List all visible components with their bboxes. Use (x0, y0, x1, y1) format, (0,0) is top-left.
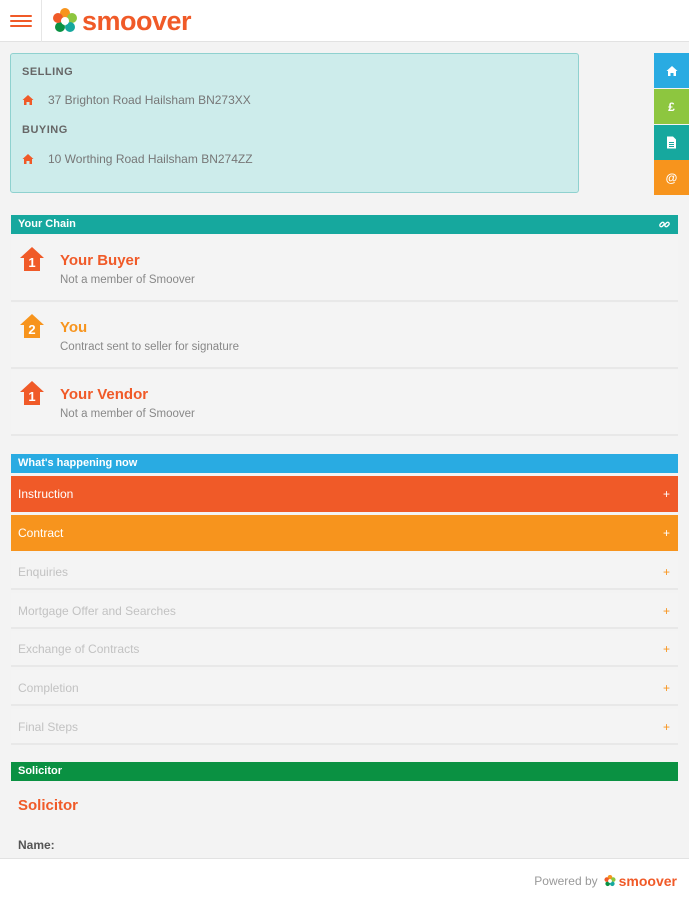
step-label: Completion (18, 681, 79, 695)
step-completion[interactable]: Completion + (11, 670, 678, 706)
smoover-logo[interactable]: smoover (52, 5, 192, 36)
chain-vendor-status: Not a member of Smoover (60, 408, 195, 420)
expand-icon[interactable]: + (663, 593, 670, 629)
chain-buyer-status: Not a member of Smoover (60, 274, 195, 286)
selling-address-row: 37 Brighton Road Hailsham BN273XX (22, 93, 251, 107)
solicitor-heading: Solicitor (18, 797, 79, 814)
buying-label: BUYING (22, 124, 68, 136)
step-exchange[interactable]: Exchange of Contracts + (11, 631, 678, 667)
document-icon (667, 136, 676, 149)
flower-logo-icon (604, 875, 616, 887)
documents-button[interactable] (654, 125, 689, 160)
buying-address: 10 Worthing Road Hailsham BN274ZZ (48, 152, 253, 166)
selling-label: SELLING (22, 66, 74, 78)
chain-you-number: 2 (28, 322, 35, 337)
selling-address: 37 Brighton Road Hailsham BN273XX (48, 93, 251, 107)
powered-by-text: Powered by (534, 874, 598, 888)
step-label: Enquiries (18, 565, 69, 579)
flower-logo-icon (53, 8, 77, 32)
solicitor-section-header: Solicitor (11, 762, 678, 781)
powered-by: Powered by smoover (534, 873, 677, 889)
step-mortgage-searches[interactable]: Mortgage Offer and Searches + (11, 593, 678, 629)
expand-icon[interactable]: + (663, 709, 670, 745)
app-header: smoover (0, 0, 689, 42)
step-label: Final Steps (18, 720, 79, 734)
chain-you-status: Contract sent to seller for signature (60, 341, 239, 353)
step-label: Exchange of Contracts (18, 642, 140, 656)
chain-vendor-number: 1 (28, 389, 35, 404)
step-label: Instruction (18, 487, 74, 501)
step-label: Contract (18, 526, 64, 540)
app-footer: Powered by smoover (0, 858, 689, 900)
chain-you-name: You (60, 319, 88, 336)
contact-button[interactable]: @ (654, 160, 689, 195)
home-icon (666, 65, 677, 76)
step-instruction[interactable]: Instruction + (11, 476, 678, 512)
step-enquiries[interactable]: Enquiries + (11, 554, 678, 590)
chain-buyer-name: Your Buyer (60, 252, 140, 269)
chain-buyer-number: 1 (28, 255, 35, 270)
expand-icon[interactable]: + (663, 631, 670, 667)
link-icon[interactable] (659, 219, 670, 230)
chain-item-buyer[interactable]: 1 Your Buyer Not a member of Smoover (11, 236, 678, 302)
address-panel: SELLING 37 Brighton Road Hailsham BN273X… (10, 53, 579, 193)
chain-item-you[interactable]: 2 You Contract sent to seller for signat… (11, 303, 678, 369)
brand-name: smoover (82, 5, 192, 36)
house-number-icon: 1 (20, 381, 44, 405)
step-label: Mortgage Offer and Searches (18, 604, 176, 618)
expand-icon[interactable]: + (663, 515, 670, 551)
hamburger-icon[interactable] (0, 0, 42, 42)
chain-section-header: Your Chain (11, 215, 678, 234)
chain-section-title: Your Chain (18, 218, 76, 230)
finance-button[interactable]: £ (654, 89, 689, 124)
footer-brand[interactable]: smoover (619, 873, 677, 889)
solicitor-section-title: Solicitor (18, 765, 63, 777)
chain-vendor-name: Your Vendor (60, 386, 149, 403)
solicitor-name-label: Name: (18, 838, 55, 852)
step-final-steps[interactable]: Final Steps + (11, 709, 678, 745)
expand-icon[interactable]: + (663, 476, 670, 512)
buying-address-row: 10 Worthing Road Hailsham BN274ZZ (22, 152, 253, 166)
home-icon (22, 95, 34, 105)
home-button[interactable] (654, 53, 689, 88)
chain-item-vendor[interactable]: 1 Your Vendor Not a member of Smoover (11, 370, 678, 436)
happening-section-title: What's happening now (18, 457, 138, 469)
home-icon (22, 154, 34, 164)
pound-icon: £ (668, 99, 675, 114)
expand-icon[interactable]: + (663, 670, 670, 706)
happening-section-header: What's happening now (11, 454, 678, 473)
step-contract[interactable]: Contract + (11, 515, 678, 551)
at-icon: @ (665, 170, 678, 185)
house-number-icon: 1 (20, 247, 44, 271)
expand-icon[interactable]: + (663, 554, 670, 590)
house-number-icon: 2 (20, 314, 44, 338)
